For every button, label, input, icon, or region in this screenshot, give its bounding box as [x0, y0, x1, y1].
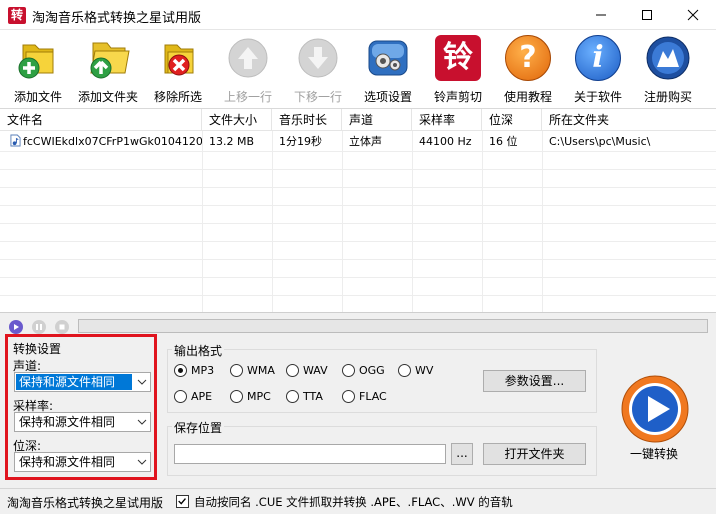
ringtone-icon: 铃: [435, 35, 481, 81]
app-icon: 转: [8, 7, 26, 24]
chevron-down-icon: [137, 459, 147, 465]
format-radio-wv[interactable]: WV: [398, 364, 433, 377]
column-header-channel[interactable]: 声道: [342, 109, 412, 131]
radio-icon: [174, 390, 187, 403]
samplerate-select[interactable]: 保持和源文件相同: [14, 412, 151, 432]
file-samplerate: 44100 Hz: [419, 135, 472, 148]
radio-icon: [230, 390, 243, 403]
format-radio-mpc[interactable]: MPC: [230, 390, 271, 403]
radio-checked-icon: [174, 364, 187, 377]
format-radio-wma[interactable]: WMA: [230, 364, 275, 377]
radio-icon: [286, 390, 299, 403]
column-header-samplerate[interactable]: 采样率: [412, 109, 482, 131]
params-settings-button[interactable]: 参数设置...: [483, 370, 586, 392]
pause-icon: [36, 324, 42, 330]
radio-icon: [286, 364, 299, 377]
play-button[interactable]: [9, 320, 23, 334]
open-folder-button[interactable]: 打开文件夹: [483, 443, 586, 465]
help-icon: ?: [505, 35, 551, 81]
minimize-button[interactable]: [578, 0, 624, 30]
format-radio-flac[interactable]: FLAC: [342, 390, 387, 403]
conversion-settings-title: 转换设置: [13, 342, 62, 356]
audio-file-icon: [10, 134, 21, 147]
settings-icon: [365, 35, 411, 81]
output-format-title: 输出格式: [172, 342, 225, 359]
add-folder-button[interactable]: 添加文件夹: [73, 33, 143, 104]
stop-button[interactable]: [55, 320, 69, 334]
title-bar: 转 淘淘音乐格式转换之星试用版: [0, 0, 716, 30]
add-folder-icon: [85, 35, 131, 81]
stop-icon: [59, 324, 65, 330]
convert-play-icon: [621, 375, 689, 443]
file-size: 13.2 MB: [209, 135, 255, 148]
move-down-icon: [295, 35, 341, 81]
column-header-folder[interactable]: 所在文件夹: [542, 109, 716, 131]
file-list[interactable]: 文件名 文件大小 音乐时长 声道 采样率 位深 所在文件夹 fcCWIEkdlx…: [0, 108, 716, 313]
add-file-icon: [15, 35, 61, 81]
file-channel: 立体声: [349, 135, 382, 148]
minimize-icon: [596, 14, 606, 16]
close-icon: [687, 9, 699, 21]
radio-icon: [398, 364, 411, 377]
file-name: fcCWIEkdlx07CFrP1wGk01041200...: [23, 135, 202, 148]
register-button[interactable]: 注册购买: [633, 33, 703, 104]
tutorial-button[interactable]: ? 使用教程: [493, 33, 563, 104]
column-header-bitdepth[interactable]: 位深: [482, 109, 542, 131]
format-radio-mp3[interactable]: MP3: [174, 364, 214, 377]
browse-button[interactable]: ...: [451, 443, 473, 465]
maximize-icon: [642, 10, 652, 20]
add-file-button[interactable]: 添加文件: [3, 33, 73, 104]
channel-select[interactable]: 保持和源文件相同: [14, 372, 151, 392]
remove-icon: [155, 35, 201, 81]
save-path-input[interactable]: [174, 444, 446, 464]
status-app-name: 淘淘音乐格式转换之星试用版: [7, 496, 164, 510]
toolbar: 添加文件 添加文件夹 移除所选 上移一行 下移一行 选项设置 铃 铃声剪切 ? …: [0, 31, 716, 105]
move-up-button[interactable]: 上移一行: [213, 33, 283, 104]
move-up-icon: [225, 35, 271, 81]
radio-icon: [342, 364, 355, 377]
ringtone-cut-button[interactable]: 铃 铃声剪切: [423, 33, 493, 104]
close-button[interactable]: [670, 0, 716, 30]
file-duration: 1分19秒: [279, 135, 322, 148]
bitdepth-select[interactable]: 保持和源文件相同: [14, 452, 151, 472]
window-title: 淘淘音乐格式转换之星试用版: [32, 11, 202, 26]
info-icon: i: [575, 35, 621, 81]
auto-cue-checkbox[interactable]: [176, 495, 189, 508]
settings-button[interactable]: 选项设置: [353, 33, 423, 104]
column-header-filename[interactable]: 文件名: [0, 109, 202, 131]
maximize-button[interactable]: [624, 0, 670, 30]
radio-icon: [230, 364, 243, 377]
one-click-convert-button[interactable]: [620, 374, 690, 444]
settings-area: 转换设置 声道: 保持和源文件相同 采样率: 保持和源文件相同 位深: 保持和源…: [0, 334, 716, 488]
radio-icon: [342, 390, 355, 403]
auto-cue-label: 自动按同名 .CUE 文件抓取并转换 .APE、.FLAC、.WV 的音轨: [194, 495, 513, 509]
file-folder: C:\Users\pc\Music\: [549, 135, 651, 148]
format-radio-wav[interactable]: WAV: [286, 364, 328, 377]
playback-progress-bar[interactable]: [78, 319, 708, 333]
format-radio-tta[interactable]: TTA: [286, 390, 323, 403]
format-radio-ape[interactable]: APE: [174, 390, 212, 403]
remove-selected-button[interactable]: 移除所选: [143, 33, 213, 104]
conversion-settings-panel: 转换设置 声道: 保持和源文件相同 采样率: 保持和源文件相同 位深: 保持和源…: [5, 334, 157, 480]
chevron-down-icon: [137, 379, 147, 385]
column-header-size[interactable]: 文件大小: [202, 109, 272, 131]
play-icon: [14, 324, 19, 330]
check-icon: [178, 498, 186, 505]
move-down-button[interactable]: 下移一行: [283, 33, 353, 104]
column-header-duration[interactable]: 音乐时长: [272, 109, 342, 131]
status-bar: 淘淘音乐格式转换之星试用版 自动按同名 .CUE 文件抓取并转换 .APE、.F…: [0, 488, 716, 514]
save-location-title: 保存位置: [172, 419, 225, 436]
register-icon: [645, 35, 691, 81]
about-button[interactable]: i 关于软件: [563, 33, 633, 104]
one-click-convert-label: 一键转换: [630, 447, 679, 461]
chevron-down-icon: [137, 419, 147, 425]
file-bitdepth: 16 位: [489, 135, 518, 148]
format-radio-ogg[interactable]: OGG: [342, 364, 385, 377]
pause-button[interactable]: [32, 320, 46, 334]
